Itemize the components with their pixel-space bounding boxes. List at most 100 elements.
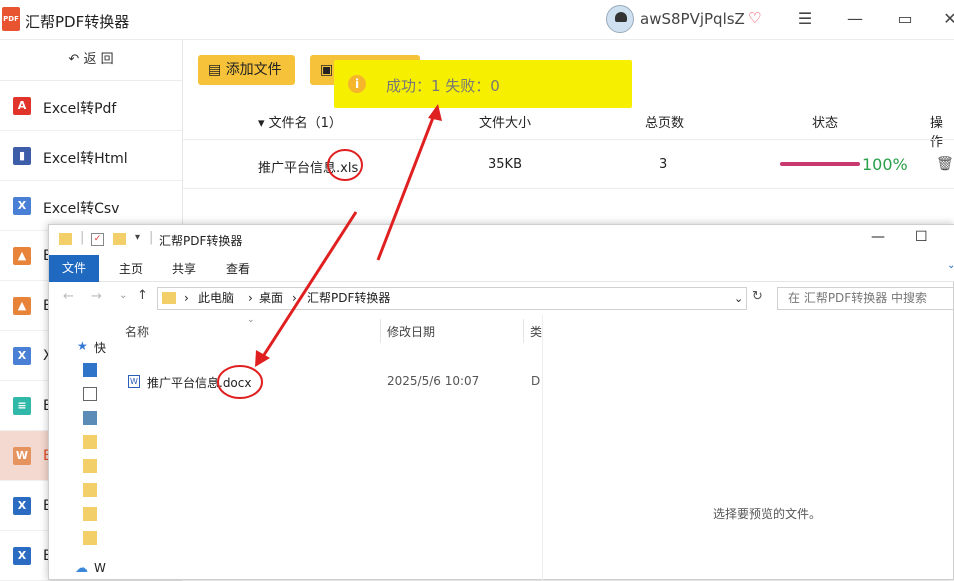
chevron-right-icon: ›: [292, 291, 297, 305]
back-label: 返 回: [83, 52, 114, 67]
page-count-cell: 3: [659, 157, 668, 172]
minimize-icon[interactable]: —: [871, 229, 885, 245]
new-folder-icon[interactable]: [113, 233, 126, 245]
excel-icon: X: [13, 547, 31, 565]
maximize-icon[interactable]: ▭: [895, 9, 915, 28]
forward-arrow-icon[interactable]: →: [91, 289, 102, 304]
file-list: ⌄ 名称 修改日期 类 W 推广平台信息.docx 2025/5/6 10:07…: [117, 315, 543, 581]
file-explorer-window: | ✓ ▾ | 汇帮PDF转换器 — ☐ 文件 主页 共享 查看 ⌄ ← → ⌄…: [48, 224, 954, 581]
column-header-ops: 操作: [930, 116, 944, 150]
cloud-label[interactable]: W: [94, 561, 106, 575]
refresh-icon[interactable]: ↻: [752, 289, 763, 304]
toast-message: 成功：1 失败：0: [386, 77, 500, 95]
folder-icon[interactable]: [83, 459, 97, 473]
breadcrumb-folder[interactable]: 汇帮PDF转换器: [307, 288, 390, 309]
back-button[interactable]: ↶ 返 回: [0, 40, 182, 81]
tab-view[interactable]: 查看: [226, 260, 250, 277]
separator: |: [149, 230, 154, 245]
progress-percent: 100%: [862, 155, 908, 174]
title-bar: PDF 汇帮PDF转换器 awS8PVjPqlsZ ♡ ☰ — ▭ ✕: [0, 0, 954, 40]
sidebar-item-label: Excel转Pdf: [43, 101, 117, 117]
address-bar[interactable]: › 此电脑 › 桌面 › 汇帮PDF转换器 ⌄: [157, 287, 747, 310]
add-file-icon: ▤: [208, 62, 226, 78]
breadcrumb-this-pc[interactable]: 此电脑: [198, 288, 234, 309]
sort-indicator-icon: ⌄: [247, 315, 255, 325]
image-icon: ▲: [13, 247, 31, 265]
folder-icon: [162, 292, 176, 304]
search-input[interactable]: 在 汇帮PDF转换器 中搜索: [777, 287, 954, 310]
ribbon: 文件 主页 共享 查看 ⌄: [49, 255, 954, 282]
breadcrumb-desktop[interactable]: 桌面: [259, 288, 283, 309]
minimize-icon[interactable]: —: [845, 9, 865, 28]
vip-heart-icon[interactable]: ♡: [748, 9, 761, 27]
info-icon: i: [348, 75, 366, 93]
file-size-cell: 35KB: [488, 157, 522, 172]
word-file-icon: W: [128, 375, 140, 388]
picture-icon[interactable]: [83, 411, 97, 425]
file-type: D: [531, 374, 541, 388]
add-file-button[interactable]: ▤ 添加文件: [198, 55, 295, 85]
word-icon: W: [13, 447, 31, 465]
file-name-cell: 推广平台信息.xls: [258, 161, 359, 176]
folder-icon: [59, 233, 72, 245]
avatar[interactable]: [606, 5, 634, 33]
delete-icon[interactable]: 🗑: [936, 156, 954, 172]
close-icon[interactable]: ✕: [940, 9, 954, 28]
username[interactable]: awS8PVjPqlsZ: [640, 10, 745, 28]
maximize-icon[interactable]: ☐: [915, 229, 928, 245]
explorer-title-bar: | ✓ ▾ | 汇帮PDF转换器 — ☐: [49, 225, 954, 255]
column-header-pages: 总页数: [645, 116, 685, 131]
recent-dropdown-icon[interactable]: ⌄: [119, 290, 127, 301]
chevron-down-icon[interactable]: ⌄: [734, 288, 743, 309]
html-book-icon: ▮: [13, 147, 31, 165]
folder-icon[interactable]: [83, 507, 97, 521]
explorer-title: 汇帮PDF转换器: [159, 234, 243, 248]
add-file-label: 添加文件: [225, 62, 282, 78]
quick-access-label[interactable]: 快: [94, 339, 106, 356]
progress-bar: [780, 162, 860, 166]
excel-x-icon: X: [13, 347, 31, 365]
folder-icon[interactable]: [83, 483, 97, 497]
properties-icon[interactable]: ✓: [91, 233, 104, 246]
cloud-icon: ☁: [75, 561, 88, 576]
divider: [183, 139, 954, 140]
tab-share[interactable]: 共享: [172, 260, 196, 277]
folder-icon[interactable]: [83, 435, 97, 449]
sidebar-item-label: Excel转Html: [43, 151, 128, 167]
column-header-name[interactable]: ▾ 文件名（1）: [258, 112, 342, 131]
sidebar-item[interactable]: ▮ Excel转Html: [0, 131, 182, 181]
sidebar-item-label: Excel转Csv: [43, 201, 120, 217]
pdf-icon: A: [13, 97, 31, 115]
tab-home[interactable]: 主页: [119, 260, 143, 277]
menu-icon[interactable]: ☰: [795, 9, 815, 28]
sidebar-item[interactable]: A Excel转Pdf: [0, 81, 182, 131]
folder-icon: ▣: [320, 62, 334, 78]
divider: [183, 188, 954, 189]
column-date[interactable]: 修改日期: [387, 323, 435, 340]
preview-placeholder: 选择要预览的文件。: [713, 507, 822, 521]
app-title: 汇帮PDF转换器: [25, 13, 130, 31]
back-arrow-icon[interactable]: ←: [63, 289, 74, 304]
star-icon: ★: [77, 339, 88, 353]
separator: |: [80, 230, 85, 245]
navigation-pane: ★ 快 ☁ W: [49, 315, 109, 581]
chevron-right-icon: ›: [248, 291, 253, 305]
chevron-right-icon: ›: [184, 291, 189, 305]
up-arrow-icon[interactable]: ↑: [137, 288, 148, 303]
customize-quick-access-icon[interactable]: ▾: [135, 232, 140, 243]
document-icon[interactable]: [83, 387, 97, 401]
excel-icon: X: [13, 497, 31, 515]
expand-ribbon-icon[interactable]: ⌄: [947, 260, 954, 271]
csv-icon: X: [13, 197, 31, 215]
column-name[interactable]: 名称: [125, 323, 149, 340]
folder-icon[interactable]: [83, 531, 97, 545]
column-divider: [523, 319, 524, 343]
back-arrow-icon: ↶: [68, 52, 84, 67]
column-type[interactable]: 类: [530, 323, 542, 340]
image-icon: ▲: [13, 297, 31, 315]
tab-file[interactable]: 文件: [49, 255, 99, 282]
column-header-size: 文件大小: [479, 116, 532, 131]
file-name[interactable]: 推广平台信息.docx: [147, 374, 251, 391]
address-row: ← → ⌄ ↑ › 此电脑 › 桌面 › 汇帮PDF转换器 ⌄ ↻ 在 汇帮PD…: [49, 283, 954, 315]
desktop-icon[interactable]: [83, 363, 97, 377]
